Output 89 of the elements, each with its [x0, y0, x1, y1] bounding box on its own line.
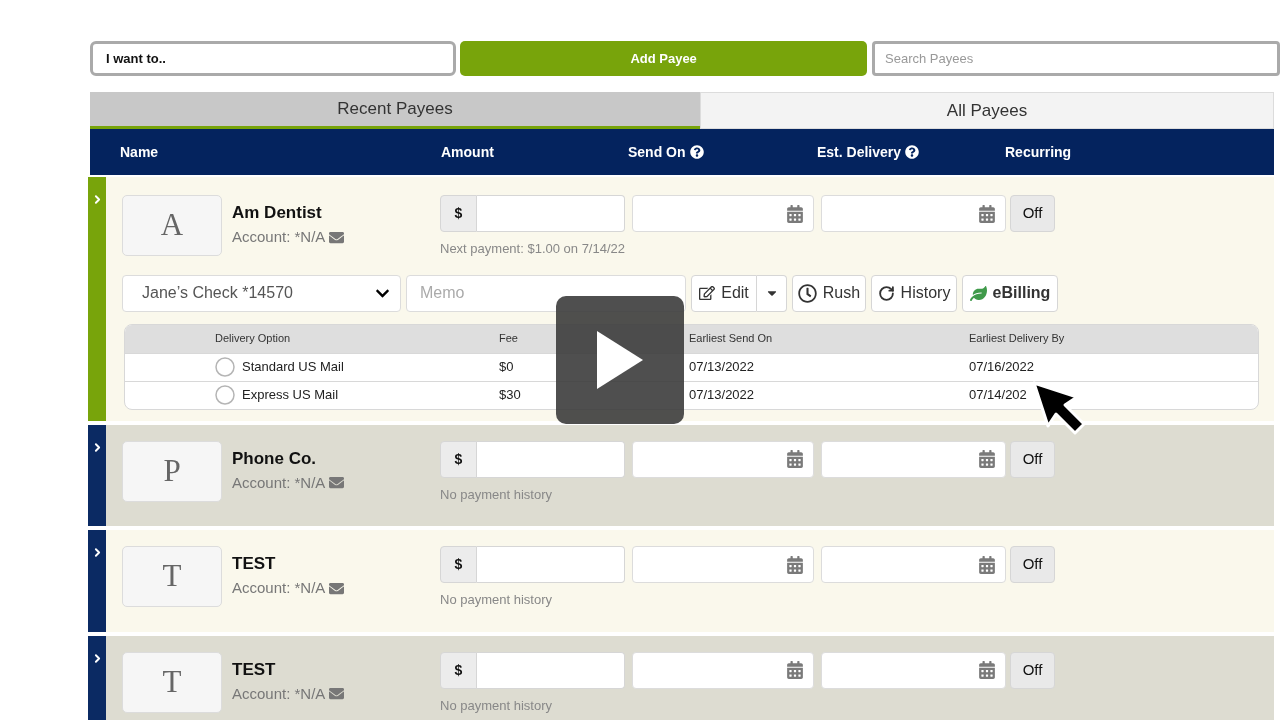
help-icon[interactable]	[689, 145, 704, 159]
rush-button[interactable]: Rush	[792, 274, 866, 312]
currency-symbol: $	[440, 195, 477, 232]
account-select[interactable]: Jane’s Check *14570	[122, 274, 401, 312]
account-number: Account: *N/A	[232, 227, 326, 247]
column-header: Recurring	[1005, 142, 1072, 162]
currency-symbol: $	[440, 440, 477, 478]
leaf-icon	[969, 284, 987, 302]
action-select[interactable]: I want to..	[90, 41, 457, 76]
payee-name: TEST	[232, 658, 276, 681]
account-number: Account: *N/A	[232, 578, 326, 598]
amount-field[interactable]	[477, 195, 625, 232]
date-field[interactable]	[821, 546, 1006, 583]
clock-icon	[797, 283, 817, 303]
radio-button[interactable]	[215, 385, 235, 405]
payee-name: Am Dentist	[232, 202, 322, 224]
envelope-icon	[329, 580, 345, 596]
date-field[interactable]	[821, 440, 1006, 478]
expand-toggle[interactable]	[88, 635, 106, 720]
calendar-icon	[786, 450, 804, 468]
envelope-icon	[329, 686, 345, 701]
column-header: Delivery Option	[215, 331, 292, 347]
dropdown-toggle[interactable]	[757, 274, 787, 312]
column-header: Est. Delivery	[817, 142, 902, 162]
date-field[interactable]	[821, 651, 1006, 689]
amount-field[interactable]	[477, 546, 625, 583]
payment-note: No payment history	[440, 696, 552, 715]
calendar-icon	[786, 555, 804, 574]
expand-toggle[interactable]	[88, 530, 106, 632]
date-field[interactable]	[632, 440, 814, 478]
envelope-icon	[329, 475, 345, 490]
table-cell-text: Standard US Mail	[242, 358, 344, 377]
payee-name: Phone Co.	[232, 447, 317, 470]
column-header: Fee	[499, 331, 519, 347]
initial-avatar: P	[122, 440, 222, 502]
table-cell-text: $30	[499, 386, 522, 405]
play-button[interactable]	[556, 296, 684, 424]
date-field[interactable]	[632, 546, 814, 583]
currency-symbol: $	[440, 546, 477, 583]
help-icon[interactable]	[905, 145, 920, 159]
recurring-toggle[interactable]: Off	[1010, 546, 1055, 583]
column-header: Earliest Delivery By	[969, 331, 1066, 347]
amount-field[interactable]	[477, 651, 625, 689]
date-field[interactable]	[632, 195, 814, 232]
tab[interactable]: Recent Payees	[90, 92, 700, 129]
refresh-icon	[877, 284, 895, 302]
initial-avatar: A	[122, 195, 222, 256]
table-cell-text: Express US Mail	[242, 386, 339, 405]
calendar-icon	[978, 204, 996, 223]
date-field[interactable]	[821, 195, 1006, 232]
table-cell-text: 07/16/2022	[969, 358, 1036, 377]
history-button[interactable]: History	[871, 274, 957, 312]
date-field[interactable]	[632, 651, 814, 689]
column-header: Name	[120, 142, 159, 162]
table-cell-text: 07/13/2022	[689, 358, 756, 377]
account-number: Account: *N/A	[232, 683, 326, 704]
edit-icon	[699, 285, 716, 301]
account-number: Account: *N/A	[232, 472, 326, 493]
payment-note: No payment history	[440, 485, 552, 504]
ebilling-button[interactable]: eBilling	[962, 274, 1058, 312]
payee-name: TEST	[232, 553, 276, 575]
table-cell-text: $0	[499, 358, 515, 377]
calendar-icon	[786, 204, 804, 223]
tab[interactable]: All Payees	[700, 92, 1274, 129]
calendar-icon	[978, 555, 996, 574]
payment-note: No payment history	[440, 591, 552, 609]
expand-toggle[interactable]	[88, 177, 106, 421]
recurring-toggle[interactable]: Off	[1010, 651, 1055, 689]
table-cell-text: 07/14/202	[969, 386, 1028, 405]
initial-avatar: T	[122, 651, 222, 713]
search-field[interactable]: Search Payees	[872, 41, 1280, 76]
recurring-toggle[interactable]: Off	[1010, 440, 1055, 478]
envelope-icon	[329, 229, 345, 245]
calendar-icon	[978, 450, 996, 468]
table-cell-text: 07/13/2022	[689, 386, 756, 405]
calendar-icon	[978, 661, 996, 679]
amount-field[interactable]	[477, 440, 625, 478]
expand-toggle[interactable]	[88, 424, 106, 526]
edit-button[interactable]: Edit	[691, 274, 757, 312]
radio-button[interactable]	[215, 357, 235, 377]
column-header: Earliest Send On	[689, 331, 774, 347]
calendar-icon	[786, 661, 804, 679]
recurring-toggle[interactable]: Off	[1010, 195, 1055, 232]
initial-avatar: T	[122, 546, 222, 607]
column-header: Send On	[628, 142, 686, 162]
column-header: Amount	[441, 142, 494, 162]
payment-note: Next payment: $1.00 on 7/14/22	[440, 240, 625, 258]
play-icon	[597, 331, 643, 389]
currency-symbol: $	[440, 651, 477, 689]
